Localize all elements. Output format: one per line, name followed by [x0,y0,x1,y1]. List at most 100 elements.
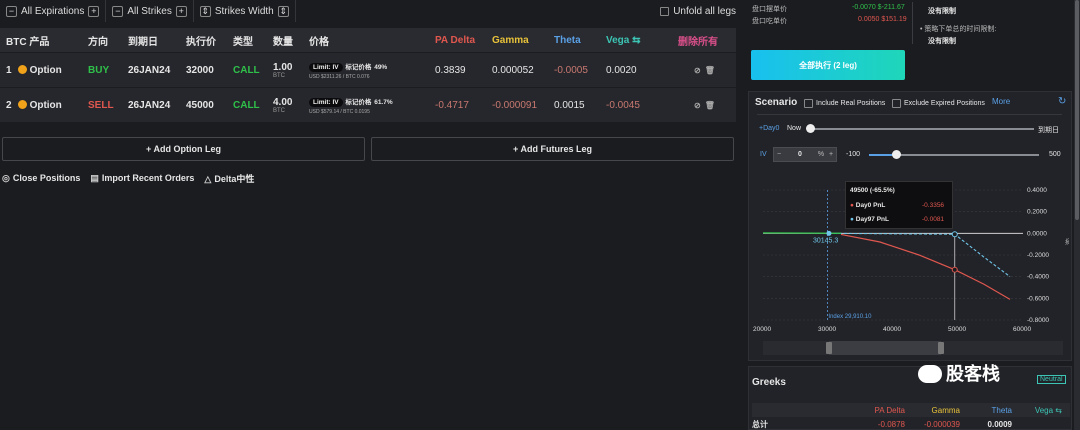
tooltip-day97-value: -0.0081 [922,216,945,223]
side-cell[interactable]: BUY [82,65,122,76]
price-sub: USD $579.14 / BTC 0.0195 [309,108,370,115]
greeks-col-vega[interactable]: Vega ⇆ [1012,406,1062,415]
iv-max-label: 500 [1049,151,1061,158]
iv-stepper[interactable]: − 0 % + [773,147,837,162]
summary-divider [912,2,913,44]
col-theta: Theta [554,34,581,46]
limit-type-badge[interactable]: Limit: IV [309,62,343,72]
qty-value: 1.00 [273,61,293,73]
price-cell[interactable]: Limit: IV 标记价格 61.7% USD $579.14 / BTC 0… [303,96,429,115]
minus-icon[interactable]: − [112,5,124,17]
limit-label-2: • 策略下单总的时间限制: [920,26,997,33]
vega-cell: 0.0020 [606,64,637,76]
summary-row2-label: 盘口吃单价 [752,18,787,25]
type-cell[interactable]: CALL [227,65,267,76]
day-label: +Day0 [759,125,780,132]
delta-cell: -0.4717 [435,99,469,111]
range-handle-right[interactable] [938,342,944,354]
scrollbar-thumb[interactable] [1075,0,1079,220]
price-cell[interactable]: Limit: IV 标记价格 49% USD $2311.26 / BTC 0.… [303,61,429,80]
col-type: 类型 [233,36,253,48]
x-tick-label: 50000 [948,326,966,332]
trash-icon[interactable]: 🗑 [705,66,715,75]
day-slider-track[interactable] [809,128,1034,130]
day0-hover-point [951,266,958,273]
plus-icon[interactable]: + [175,5,187,17]
col-strike: 执行价 [186,36,216,48]
col-vega[interactable]: Vega ⇆ [600,35,672,46]
breakeven-label: 30145.3 [813,237,838,244]
delete-all-button[interactable]: 删除所有 [672,33,736,48]
type-cell[interactable]: CALL [227,100,267,111]
refresh-icon[interactable]: ↻ [1058,96,1066,107]
greeks-title: Greeks [752,377,786,388]
range-window[interactable] [829,341,941,355]
execute-all-button[interactable]: 全部执行 (2 leg) [751,50,905,80]
vega-cell: -0.0045 [606,99,640,111]
day97-hover-point [951,231,958,238]
import-orders-button[interactable]: ▤ Import Recent Orders [90,173,194,184]
strikes-width-filter[interactable]: ⇕ Strikes Width ⇕ [194,0,296,22]
add-option-leg-button[interactable]: + Add Option Leg [2,137,365,161]
disable-icon[interactable]: ⊘ [694,66,702,75]
strike-cell[interactable]: 32000 [180,65,227,76]
price-label: 标记价格 [345,98,372,106]
greeks-header: PA Delta Gamma Theta Vega ⇆ [752,403,1070,417]
exclude-expired-label: Exclude Expired Positions [904,100,985,107]
tooltip-day0-value: -0.3356 [922,202,945,209]
sort-icon[interactable]: ⇕ [277,5,289,17]
price-pct: 49% [374,63,388,71]
trash-icon[interactable]: 🗑 [705,101,715,110]
neutral-badge[interactable]: Neutral [1037,375,1066,384]
day-slider-knob[interactable] [806,124,815,133]
y-tick-label: -0.2000 [1027,252,1049,259]
expiry-cell[interactable]: 26JAN24 [122,65,180,76]
table-row: 1 Option BUY 26JAN24 32000 CALL 1.00 BTC L… [0,52,736,87]
range-scroller[interactable] [763,341,1063,355]
gamma-cell: 0.000052 [492,64,534,76]
delta-neutral-label: Delta中性 [214,174,255,184]
minus-icon[interactable]: − [774,151,784,158]
iv-value[interactable]: 0 [784,151,816,158]
col-expiry: 到期日 [128,36,158,48]
table-row: 2 Option SELL 26JAN24 45000 CALL 4.00 BTC … [0,87,736,122]
side-cell[interactable]: SELL [82,100,122,111]
add-futures-leg-button[interactable]: + Add Futures Leg [371,137,734,161]
import-orders-label: Import Recent Orders [101,173,195,183]
iv-slider-knob[interactable] [892,150,901,159]
include-real-positions[interactable]: Include Real Positions [804,99,885,108]
qty-unit: BTC [273,72,285,79]
qty-cell[interactable]: 1.00 BTC [267,62,303,79]
strikes-filter[interactable]: − All Strikes + [106,0,194,22]
expirations-filter[interactable]: − All Expirations + [0,0,107,22]
greeks-col-theta: Theta [991,405,1012,415]
more-link[interactable]: More [992,97,1010,106]
strike-cell[interactable]: 45000 [180,100,227,111]
row-actions: ⊘ 🗑 [672,65,736,76]
summary-row1-label: 盘口摆单价 [752,6,787,13]
unfold-checkbox[interactable] [660,6,670,16]
disable-icon[interactable]: ⊘ [694,101,702,110]
greeks-total-row: 总计 -0.0878 -0.000039 0.0009 [752,418,1070,430]
close-positions-button[interactable]: ◎ Close Positions [2,173,80,184]
minus-icon[interactable]: − [6,5,17,17]
plus-icon[interactable]: + [88,5,100,17]
range-handle-left[interactable] [826,342,832,354]
tooltip-day0-text: Day0 PnL [855,202,886,209]
unfold-all-legs[interactable]: Unfold all legs [654,0,742,22]
delta-neutral-button[interactable]: △ Delta中性 [204,172,254,185]
btc-coin-icon [17,64,27,74]
exclude-expired-positions[interactable]: Exclude Expired Positions [892,99,985,108]
scenario-divider [757,114,1062,115]
expiry-cell[interactable]: 26JAN24 [122,100,180,111]
include-real-checkbox[interactable] [804,99,813,108]
sort-icon[interactable]: ⇕ [199,5,211,17]
limit-type-badge[interactable]: Limit: IV [309,97,343,107]
plus-icon[interactable]: + [826,151,836,158]
qty-cell[interactable]: 4.00 BTC [267,97,303,114]
now-label: Now [787,125,802,132]
exclude-expired-checkbox[interactable] [892,99,901,108]
iv-min-label: -100 [846,151,861,158]
greeks-total-delta: -0.0878 [877,419,905,429]
row-actions: ⊘ 🗑 [672,100,736,111]
